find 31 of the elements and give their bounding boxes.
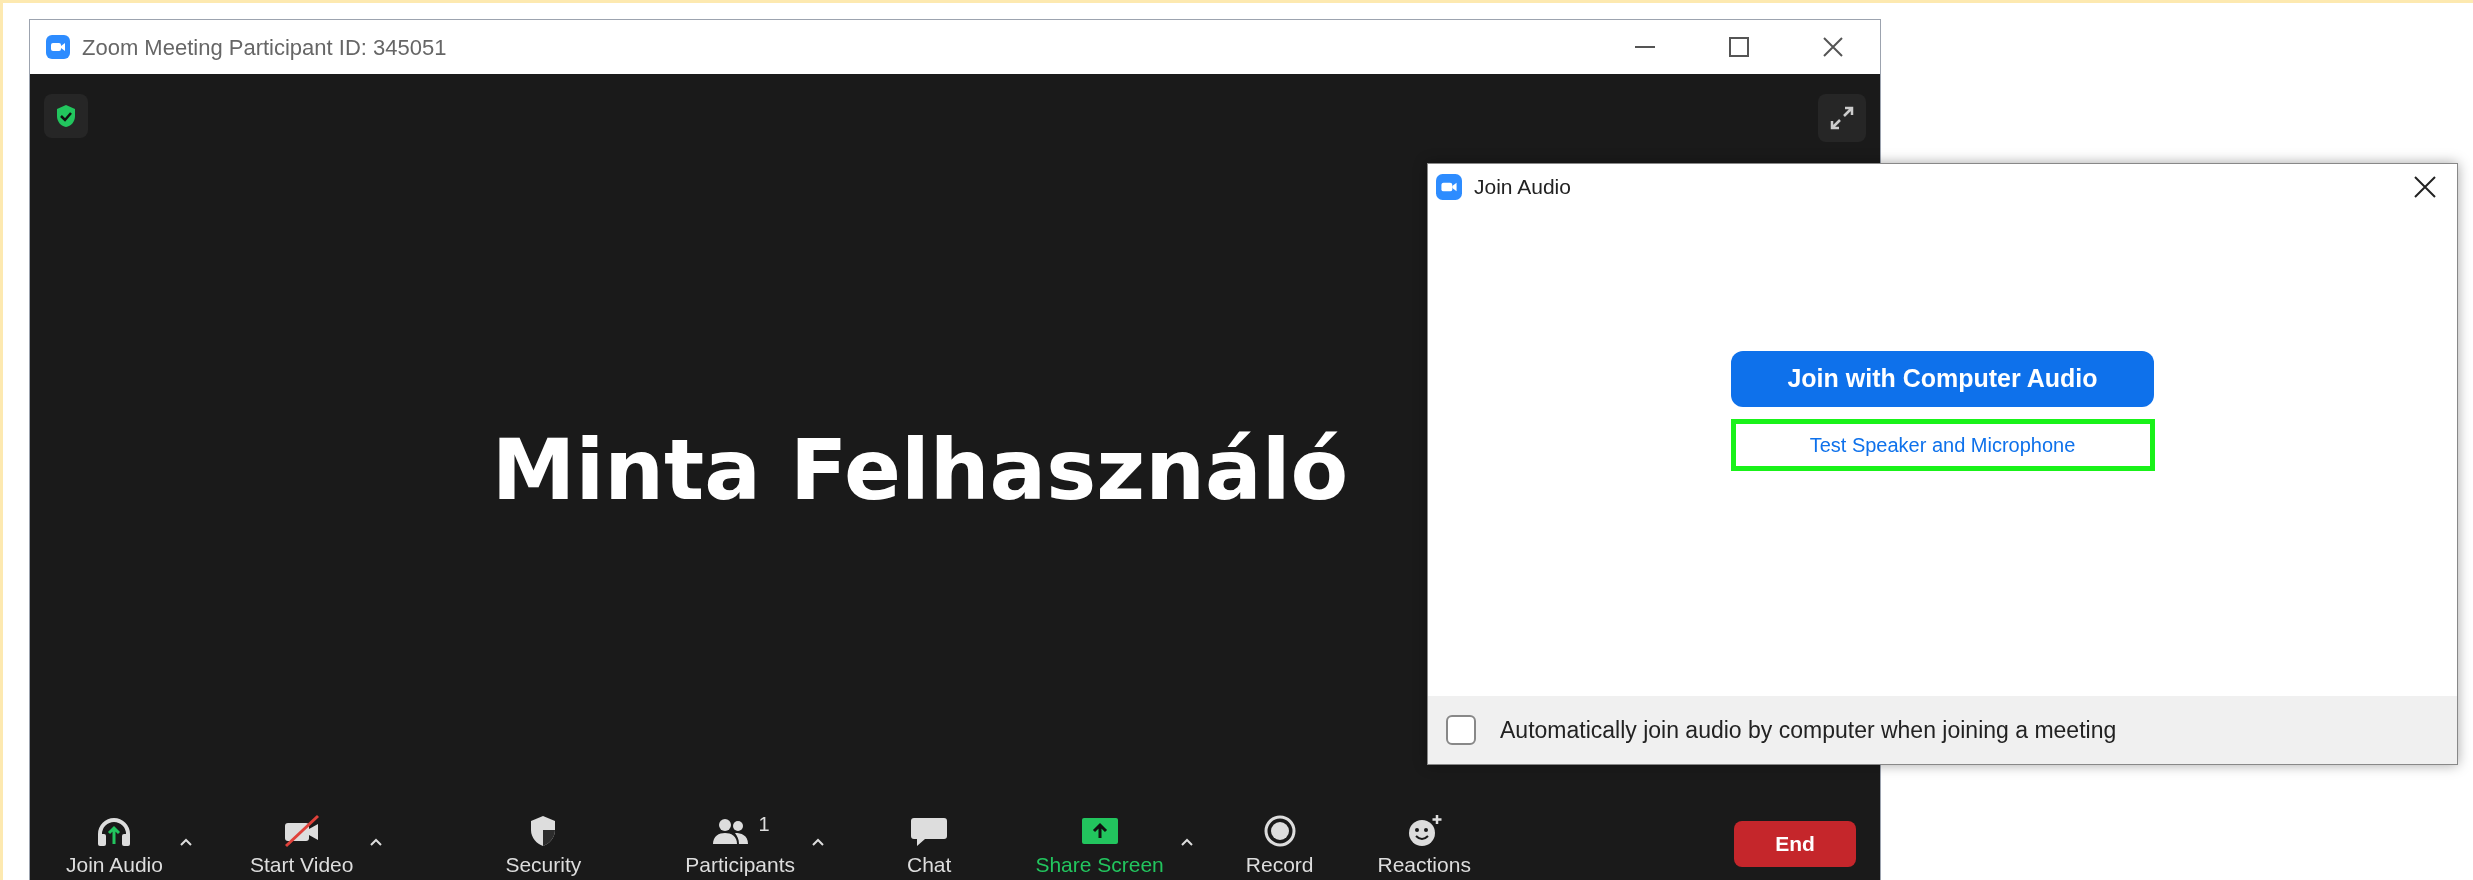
dialog-title: Join Audio xyxy=(1474,174,1571,201)
toolbar-button[interactable]: Security xyxy=(503,813,584,875)
toolbar-button[interactable]: Join Audio xyxy=(64,813,165,875)
participant-name: Minta Felhasználó xyxy=(491,428,1349,512)
maximize-icon xyxy=(1729,37,1749,57)
toolbar-button[interactable]: Reactions xyxy=(1375,813,1473,875)
close-icon xyxy=(1823,37,1843,57)
end-button[interactable]: End xyxy=(1734,821,1856,867)
camera-logo-icon xyxy=(1436,174,1462,200)
toolbar-button[interactable]: Record xyxy=(1243,813,1316,875)
join-computer-audio-button[interactable]: Join with Computer Audio xyxy=(1731,351,2154,407)
fullscreen-button[interactable] xyxy=(1818,94,1866,142)
toolbar-button[interactable]: Share Screen xyxy=(1033,813,1166,875)
toolbar-button[interactable]: Start Video xyxy=(247,813,356,875)
window-title: Zoom Meeting Participant ID: 345051 xyxy=(82,33,447,62)
toolbar-button[interactable]: Chat xyxy=(905,813,954,875)
caret-icon[interactable] xyxy=(369,836,384,847)
checkbox-label: Automatically join audio by computer when joining a meeting xyxy=(1500,715,2117,745)
encryption-shield-button[interactable] xyxy=(44,94,88,138)
camera-logo-icon xyxy=(46,35,70,59)
caret-icon[interactable] xyxy=(178,836,193,847)
checkbox[interactable] xyxy=(1446,715,1476,745)
participant-count: 1 xyxy=(758,813,770,834)
caret-icon[interactable] xyxy=(811,836,825,847)
close-icon xyxy=(2414,176,2436,198)
shield-check-icon xyxy=(54,104,78,128)
toolbar-button[interactable]: 1 Participants xyxy=(683,813,797,875)
expand-arrows-icon xyxy=(1829,105,1855,131)
minimize-icon xyxy=(1635,46,1655,48)
test-speaker-link[interactable]: Test Speaker and Microphone xyxy=(1730,419,2155,471)
caret-icon[interactable] xyxy=(1179,836,1194,847)
